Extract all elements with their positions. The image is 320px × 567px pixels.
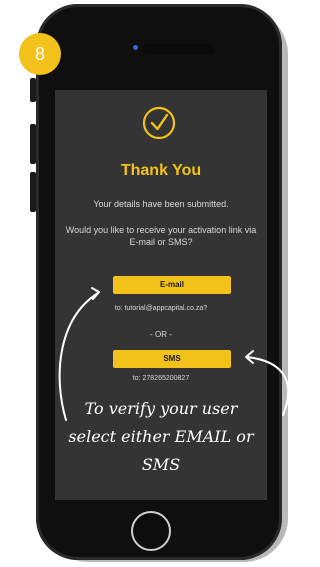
app-screen: Thank You Your details have been submitt… [55, 90, 267, 500]
email-recipient: to: tutorial@appcapital.co.za? [114, 305, 208, 312]
speaker-grille [143, 44, 215, 54]
question-text: Would you like to receive your activatio… [65, 225, 257, 247]
annotation-line-3: SMS [141, 455, 181, 474]
home-button[interactable] [131, 511, 171, 551]
email-button[interactable]: E-mail [113, 276, 231, 294]
sms-recipient: to: 278265200827 [132, 375, 190, 382]
check-circle-icon [142, 106, 176, 140]
camera-icon [133, 45, 138, 50]
page-title: Thank You [120, 162, 202, 179]
submitted-message: Your details have been submitted. [93, 199, 229, 209]
step-badge: 8 [19, 33, 61, 75]
volume-down-button [30, 172, 36, 212]
annotation-line-2: select either EMAIL or [68, 427, 254, 446]
annotation-line-1: To verify your user [84, 399, 238, 418]
or-separator: - OR - [150, 330, 172, 339]
volume-up-button [30, 124, 36, 164]
mute-switch [30, 78, 36, 102]
sms-button[interactable]: SMS [113, 350, 231, 368]
